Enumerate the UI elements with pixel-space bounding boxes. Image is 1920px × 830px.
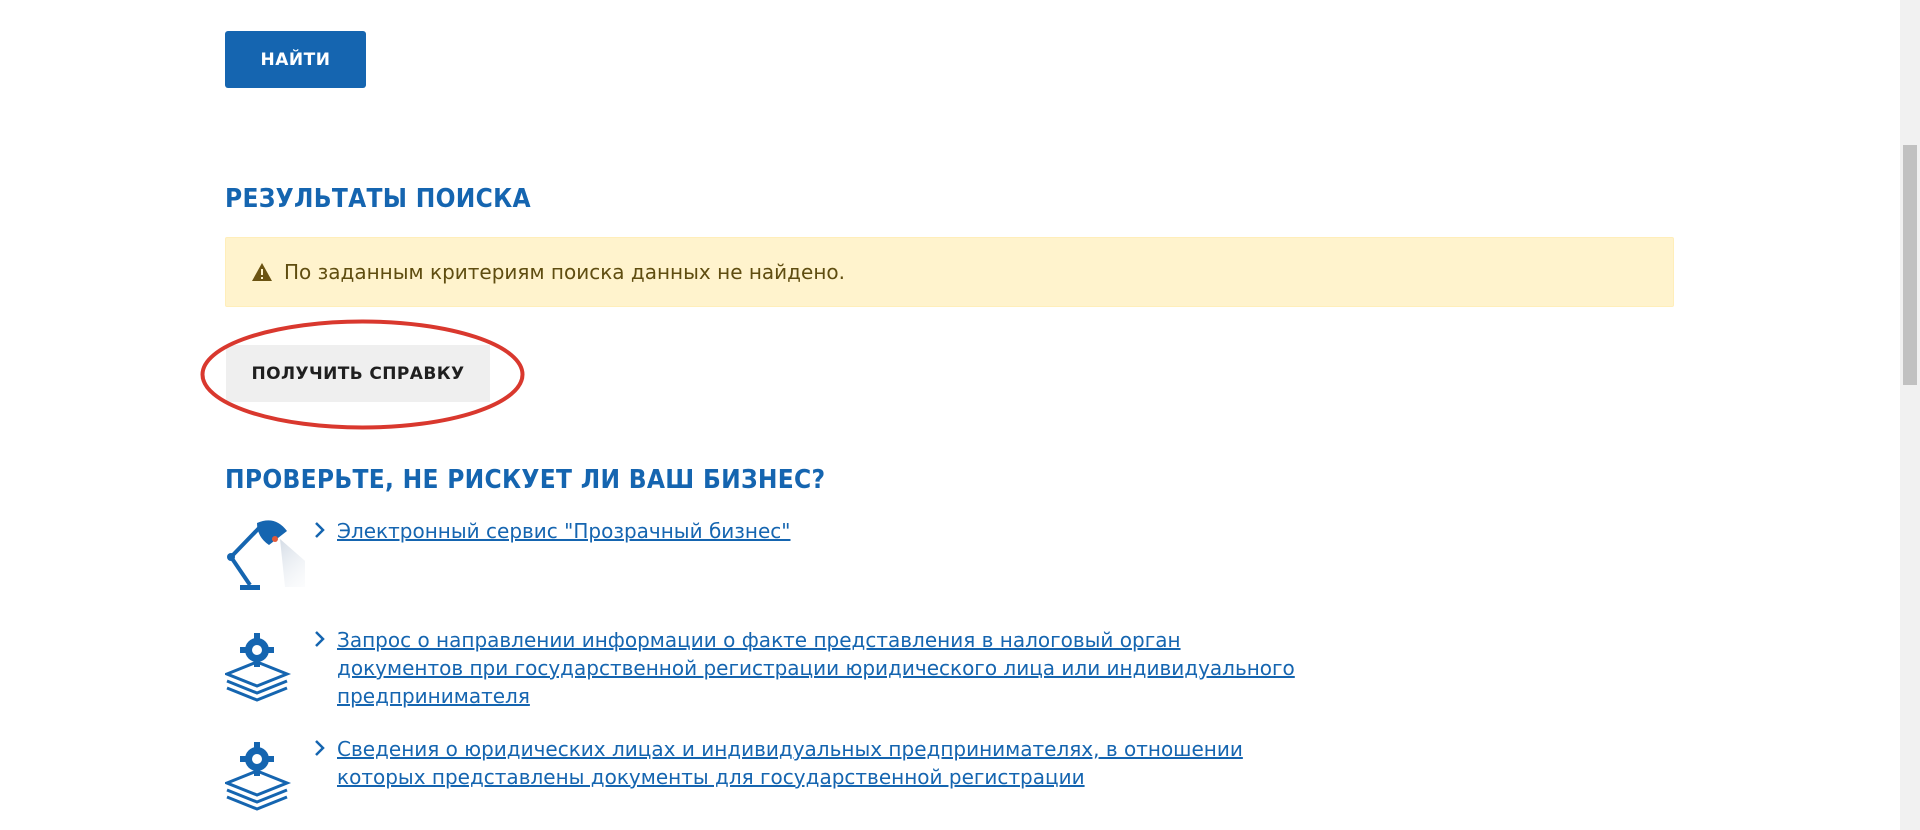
get-certificate-button[interactable]: ПОЛУЧИТЬ СПРАВКУ xyxy=(226,345,490,402)
search-button[interactable]: НАЙТИ xyxy=(225,31,366,88)
chevron-right-icon xyxy=(313,521,327,539)
warning-icon xyxy=(251,262,273,282)
no-results-alert: По заданным критериям поиска данных не н… xyxy=(225,237,1674,307)
risk-section-title: ПРОВЕРЬТЕ, НЕ РИСКУЕТ ЛИ ВАШ БИЗНЕС? xyxy=(225,465,826,495)
service-link-registration-request[interactable]: Запрос о направлении информации о факте … xyxy=(337,626,1297,710)
page: НАЙТИ РЕЗУЛЬТАТЫ ПОИСКА По заданным крит… xyxy=(0,0,1920,830)
service-link-transparent-business[interactable]: Электронный сервис "Прозрачный бизнес" xyxy=(337,517,1297,545)
alert-text: По заданным критериям поиска данных не н… xyxy=(284,260,845,284)
gear-stack-icon xyxy=(222,735,305,815)
service-item-registration-info: Сведения о юридических лицах и индивидуа… xyxy=(222,735,1325,815)
desk-lamp-icon xyxy=(225,517,335,597)
gear-stack-icon xyxy=(222,626,305,706)
scrollbar-thumb[interactable] xyxy=(1903,145,1917,385)
service-link-registration-info[interactable]: Сведения о юридических лицах и индивидуа… xyxy=(337,735,1297,791)
chevron-right-icon xyxy=(313,739,327,757)
vertical-scrollbar[interactable] xyxy=(1900,0,1920,830)
chevron-right-icon xyxy=(313,630,327,648)
results-title: РЕЗУЛЬТАТЫ ПОИСКА xyxy=(225,184,531,214)
service-item-registration-request: Запрос о направлении информации о факте … xyxy=(222,626,1325,708)
service-item-transparent-business: Электронный сервис "Прозрачный бизнес" xyxy=(225,517,1325,597)
